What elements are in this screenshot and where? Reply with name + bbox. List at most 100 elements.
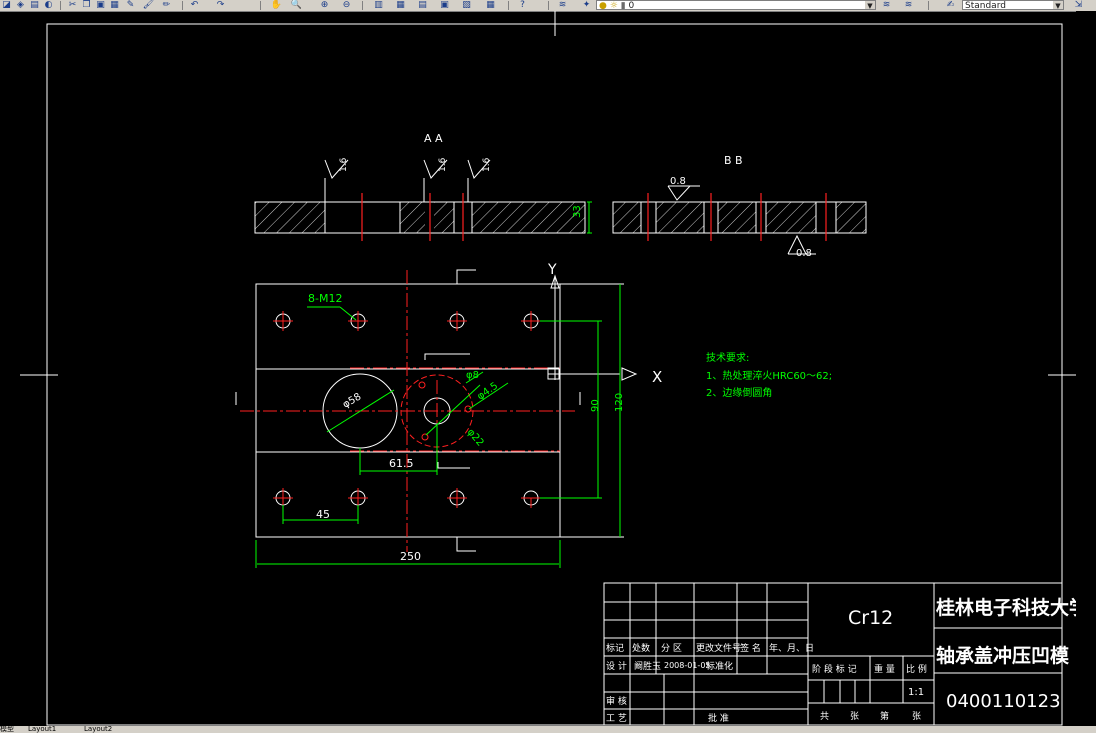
total-label: 共 — [820, 711, 829, 722]
dim-style-icon[interactable]: ⇲ — [1072, 0, 1085, 10]
x-axis-label: X — [652, 368, 662, 386]
tool-palettes-icon[interactable]: ▤ — [416, 0, 429, 10]
title-block: Cr12 桂林电子科技大学 轴承盖冲压凹模 0400110123 1:1 标记 … — [603, 582, 1088, 726]
hdr-zone: 分 区 — [661, 643, 682, 654]
match-icon[interactable]: ✎ — [124, 0, 137, 10]
roughness-label: 1.6 — [438, 157, 448, 172]
technical-requirements: 技术要求: 1、热处理淬火HRC60～62; 2、边缘倒圆角 — [706, 351, 832, 399]
design-label: 设 计 — [606, 660, 627, 672]
hdr-date: 年、月、日 — [769, 642, 814, 654]
sheet-set-icon[interactable]: ▣ — [438, 0, 451, 10]
sheet-no-label: 第 — [880, 710, 889, 722]
phi58-label: φ58 — [341, 391, 363, 410]
hdr-mark: 标记 — [606, 642, 624, 654]
phi22-label: φ22 — [465, 427, 486, 449]
toolbar-separator — [260, 1, 261, 10]
redo-icon[interactable]: ↷ — [214, 0, 227, 10]
tab-layout2[interactable]: Layout2 — [84, 726, 112, 733]
scale-label: 比 例 — [906, 663, 927, 675]
style-value: Standard — [965, 1, 1006, 11]
section-a-label: A A — [424, 132, 443, 145]
drawing-number: 0400110123 — [946, 691, 1061, 712]
roughness-label: 1.6 — [339, 157, 349, 172]
process-label: 工 艺 — [606, 713, 627, 724]
layer-value: 0 — [628, 1, 635, 11]
tech-title: 技术要求: — [706, 351, 749, 364]
review-label: 审 核 — [606, 695, 627, 707]
tab-model[interactable]: 模型 — [0, 726, 14, 733]
approve-label: 批 准 — [708, 712, 729, 724]
markup-icon[interactable]: ▧ — [460, 0, 473, 10]
weight-label: 重 量 — [874, 663, 895, 675]
toolbar-separator — [928, 1, 929, 10]
help-icon[interactable]: ? — [516, 0, 529, 10]
sheet-unit-label: 张 — [912, 711, 921, 722]
holes-label: 8-M12 — [308, 292, 342, 305]
chevron-down-icon[interactable]: ▼ — [865, 1, 875, 10]
thickness-dimension: 33 — [572, 205, 583, 218]
toolbar-separator — [182, 1, 183, 10]
section-b-b: 0.8 0.8 B B — [612, 154, 867, 259]
section-a-a: 1.6 1.6 1.6 33 A A — [254, 132, 592, 241]
paste-icon[interactable]: ▤ — [28, 0, 41, 10]
style-dropdown[interactable]: Standard ▼ — [962, 0, 1064, 11]
design-center-icon[interactable]: ▦ — [394, 0, 407, 10]
lightbulb-icon: ● — [599, 1, 607, 11]
zoom-window-icon[interactable]: ◪ — [0, 0, 13, 10]
copy-clip-icon[interactable]: ▣ — [94, 0, 107, 10]
make-layer-current-icon[interactable]: ≋ — [880, 0, 893, 10]
stage-mark-label: 阶 段 标 记 — [812, 663, 857, 675]
layer-manager-icon[interactable]: ≋ — [556, 0, 569, 10]
phi45-label: φ4.5 — [475, 381, 500, 403]
quickcalc-icon[interactable]: ▦ — [484, 0, 497, 10]
match-properties-icon[interactable]: ◐ — [42, 0, 55, 10]
material: Cr12 — [848, 607, 893, 629]
designer: 阚胜玉 — [634, 660, 661, 672]
properties-icon[interactable]: ▥ — [372, 0, 385, 10]
chevron-down-icon[interactable]: ▼ — [1053, 1, 1063, 10]
lock-icon: ▮ — [620, 1, 626, 11]
brush-icon[interactable]: 🖌 — [142, 0, 155, 10]
tab-layout1[interactable]: Layout1 — [28, 726, 56, 733]
cut-icon[interactable]: ✂ — [66, 0, 79, 10]
sheets-label: 张 — [850, 711, 859, 722]
layer-dropdown[interactable]: ● ☼ ▮ 0 ▼ — [596, 0, 876, 11]
roughness-label: 1.6 — [482, 157, 492, 172]
dim-45: 45 — [316, 508, 330, 521]
paste-clip-icon[interactable]: ▦ — [108, 0, 121, 10]
pan-icon[interactable]: ✋ — [270, 0, 283, 10]
hdr-count: 处数 — [632, 642, 650, 654]
hdr-doc: 更改文件号 — [696, 642, 741, 654]
scale-value: 1:1 — [908, 687, 924, 698]
zoom-window-icon[interactable]: ⊕ — [318, 0, 331, 10]
roughness-label: 0.8 — [796, 248, 812, 259]
dim-250: 250 — [400, 550, 421, 563]
toolbar-separator — [60, 1, 61, 10]
zoom-previous-icon[interactable]: ⊖ — [340, 0, 353, 10]
pencil-icon[interactable]: ✏ — [160, 0, 173, 10]
undo-icon[interactable]: ↶ — [188, 0, 201, 10]
vertical-scrollbar[interactable] — [1076, 11, 1096, 726]
toolbar-separator — [548, 1, 549, 10]
dim-90: 90 — [590, 399, 601, 412]
part-name: 轴承盖冲压凹模 — [936, 644, 1070, 667]
zoom-realtime-icon[interactable]: 🔍 — [290, 0, 303, 10]
toolbar-separator — [362, 1, 363, 10]
roughness-label: 0.8 — [670, 176, 686, 187]
layout-tabs: 模型 Layout1 Layout2 — [0, 726, 1096, 733]
tech-item: 1、热处理淬火HRC60～62; — [706, 369, 832, 382]
layer-state-icon[interactable]: ✦ — [580, 0, 593, 10]
style-icon[interactable]: ✍ — [944, 0, 957, 10]
copy-icon[interactable]: ❐ — [80, 0, 93, 10]
sun-icon: ☼ — [609, 1, 618, 11]
zoom-realtime-icon[interactable]: ◈ — [14, 0, 27, 10]
design-date: 2008-01-05 — [664, 661, 711, 670]
dim-61-5: 61.5 — [389, 457, 414, 470]
phi8-label: φ8 — [466, 370, 479, 381]
toolbar-separator — [508, 1, 509, 10]
drawing-canvas[interactable]: 1.6 1.6 1.6 33 A A 0.8 0.8 B B Y X 8-M12… — [0, 11, 1096, 726]
standardize-label: 标准化 — [706, 660, 733, 672]
dim-120: 120 — [614, 393, 625, 412]
layer-previous-icon[interactable]: ≋ — [902, 0, 915, 10]
university-name: 桂林电子科技大学 — [935, 596, 1088, 619]
